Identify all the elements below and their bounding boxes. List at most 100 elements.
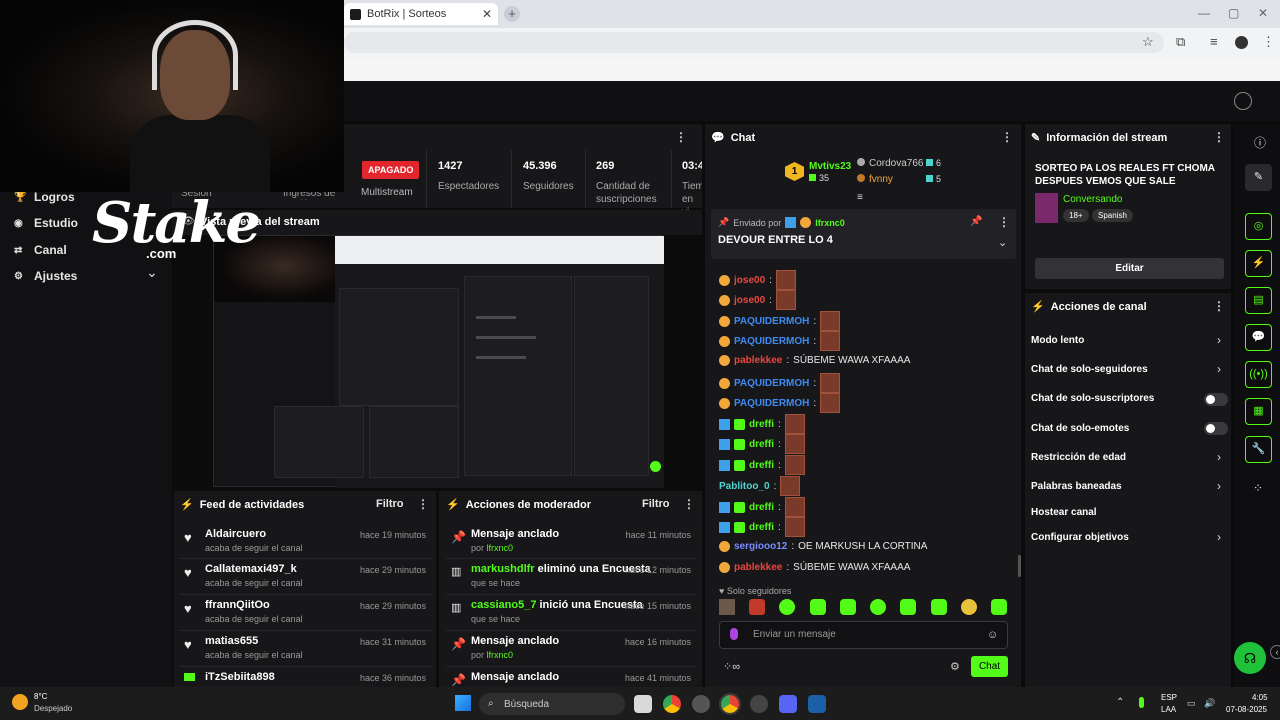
chevron-right-icon[interactable]: › xyxy=(1217,530,1221,544)
emote-icon xyxy=(820,373,841,393)
bolt-icon: ⚡ xyxy=(180,499,194,511)
discord-icon[interactable] xyxy=(779,695,797,713)
clock-date[interactable]: 07-08-2025 xyxy=(1226,705,1267,714)
botrix-rail-icon[interactable]: ⁘ xyxy=(1253,481,1263,495)
weather-icon[interactable] xyxy=(12,694,28,710)
action-solo-seguidores[interactable]: Chat de solo-seguidores xyxy=(1031,364,1148,375)
chevron-right-icon[interactable]: › xyxy=(1217,362,1221,376)
obs-icon[interactable] xyxy=(692,695,710,713)
windows-start-icon[interactable] xyxy=(455,695,471,711)
feed-menu-icon[interactable]: ⋮ xyxy=(417,497,429,511)
emoji-icon[interactable]: ☺ xyxy=(987,629,998,641)
wrench-rail-button[interactable]: 🔧 xyxy=(1245,436,1272,463)
heart-icon: ♥ xyxy=(184,565,192,580)
camera-rail-button[interactable]: ◎ xyxy=(1245,213,1272,240)
list-item: ♥ Aldaircuero acaba de seguir el canal ha… xyxy=(184,528,426,553)
edit-rail-button[interactable]: ✎ xyxy=(1245,164,1272,191)
bolt-rail-button[interactable]: ⚡ xyxy=(1245,250,1272,277)
network-icon[interactable]: ▭ xyxy=(1187,698,1196,709)
layout-rail-button[interactable]: ▦ xyxy=(1245,398,1272,425)
heart-icon: ♥ xyxy=(184,601,192,616)
action-restriccion-edad[interactable]: Restricción de edad xyxy=(1031,452,1126,463)
chat-input-placeholder: Enviar un mensaje xyxy=(753,629,836,640)
sidebar-item-estudio[interactable]: ◉ Estudio xyxy=(14,216,78,230)
extensions-icon[interactable]: ⧉ xyxy=(1176,34,1185,50)
bookmark-star-icon[interactable]: ☆ xyxy=(1142,34,1154,50)
lang-2[interactable]: LAA xyxy=(1161,705,1176,714)
tray-chevron-icon[interactable]: ⌃ xyxy=(1116,697,1124,708)
minimize-button[interactable]: — xyxy=(1198,6,1210,20)
action-hostear-canal[interactable]: Hostear canal xyxy=(1031,507,1097,518)
media-player-icon[interactable] xyxy=(750,695,768,713)
pinned-menu-icon[interactable]: ⋮ xyxy=(998,215,1010,229)
unpin-icon[interactable]: 📌 xyxy=(970,216,982,227)
collapse-icon[interactable]: ≡ xyxy=(857,192,863,203)
support-button[interactable]: ☊ xyxy=(1234,642,1266,674)
chevron-right-icon[interactable]: › xyxy=(1217,333,1221,347)
studio-icon: ◉ xyxy=(14,218,23,229)
chevron-right-icon[interactable]: › xyxy=(1217,450,1221,464)
clock-time[interactable]: 4:05 xyxy=(1252,693,1268,702)
toggle-solo-emotes[interactable] xyxy=(1204,422,1228,435)
edit-button[interactable]: Editar xyxy=(1035,258,1224,279)
weather-temp[interactable]: 8°C xyxy=(34,692,47,701)
document-rail-button[interactable]: ▤ xyxy=(1245,287,1272,314)
broadcast-rail-button[interactable]: ((•)) xyxy=(1245,361,1272,388)
weather-desc[interactable]: Despejado xyxy=(34,704,72,713)
steam-icon[interactable] xyxy=(808,695,826,713)
chevron-down-icon[interactable]: ⌄ xyxy=(146,264,158,281)
action-configurar-objetivos[interactable]: Configurar objetivos xyxy=(1031,532,1129,543)
toggle-solo-suscriptores[interactable] xyxy=(1204,393,1228,406)
browser-menu-icon[interactable]: ⋮ xyxy=(1262,34,1275,50)
chat-message: pablekkee: SÚBEME WAWA XFAAAA xyxy=(719,562,910,573)
info-menu-icon[interactable]: ⋮ xyxy=(1213,130,1225,144)
mod-title: ⚡ Acciones de moderador xyxy=(446,498,592,512)
maximize-button[interactable]: ▢ xyxy=(1228,6,1239,20)
task-view-icon[interactable] xyxy=(634,695,652,713)
stats-menu-icon[interactable]: ⋮ xyxy=(675,130,687,144)
chevron-down-icon[interactable]: ⌄ xyxy=(998,236,1007,249)
action-modo-lento[interactable]: Modo lento xyxy=(1031,335,1084,346)
pin-icon: 📌 xyxy=(718,217,730,227)
close-window-button[interactable]: ✕ xyxy=(1258,6,1268,20)
action-palabras-baneadas[interactable]: Palabras baneadas xyxy=(1031,481,1122,492)
actions-title: ⚡ Acciones de canal xyxy=(1031,300,1147,314)
list-item: ▥ markushdlfr eliminó una Encuesta que se… xyxy=(451,563,691,588)
scroll-left-icon[interactable]: ‹ xyxy=(1270,645,1280,659)
media-control-icon[interactable]: ≡ xyxy=(1210,34,1218,49)
chevron-right-icon[interactable]: › xyxy=(1217,479,1221,493)
mod-menu-icon[interactable]: ⋮ xyxy=(683,497,695,511)
user-avatar[interactable] xyxy=(1234,92,1252,110)
emote-bar[interactable] xyxy=(719,599,1007,617)
info-icon[interactable]: ⓘ xyxy=(1254,134,1266,151)
chat-send-button[interactable]: Chat xyxy=(971,656,1008,677)
sidebar-item-ajustes[interactable]: ⚙ Ajustes xyxy=(14,269,77,283)
sidebar-item-canal[interactable]: ⇄ Canal xyxy=(14,243,67,257)
chat-menu-icon[interactable]: ⋮ xyxy=(1001,130,1013,144)
address-input[interactable] xyxy=(344,32,1164,53)
botrix-icon[interactable]: ⁘∞ xyxy=(723,660,740,673)
mic-tray-icon[interactable] xyxy=(1139,697,1144,708)
chat-settings-icon[interactable]: ⚙ xyxy=(950,660,960,673)
chat-scrollbar[interactable] xyxy=(1018,555,1021,577)
category-name[interactable]: Conversando xyxy=(1063,194,1122,205)
sub-icon xyxy=(184,673,195,681)
taskbar-search[interactable] xyxy=(479,693,625,715)
actions-menu-icon[interactable]: ⋮ xyxy=(1213,299,1225,313)
new-tab-button[interactable]: + xyxy=(504,6,520,22)
lang-1[interactable]: ESP xyxy=(1161,693,1177,702)
tab-close-icon[interactable]: ✕ xyxy=(482,7,492,21)
chat-message: jose00: xyxy=(719,270,796,290)
chat-rail-button[interactable]: 💬 xyxy=(1245,324,1272,351)
stream-preview[interactable] xyxy=(213,235,664,488)
feed-filter-button[interactable]: Filtro xyxy=(376,498,404,510)
mic-icon[interactable] xyxy=(730,628,738,640)
profile-avatar[interactable] xyxy=(1235,36,1248,49)
browser-tab[interactable]: BotRix | Sorteos ✕ xyxy=(344,3,498,25)
chrome-icon[interactable] xyxy=(663,695,681,713)
volume-icon[interactable]: 🔊 xyxy=(1204,698,1215,709)
sidebar-item-logros[interactable]: 🏆 Logros xyxy=(14,190,75,204)
mod-filter-button[interactable]: Filtro xyxy=(642,498,670,510)
chrome-active-icon[interactable] xyxy=(719,693,741,715)
chat-mode-label: ♥ Solo seguidores xyxy=(719,586,792,596)
